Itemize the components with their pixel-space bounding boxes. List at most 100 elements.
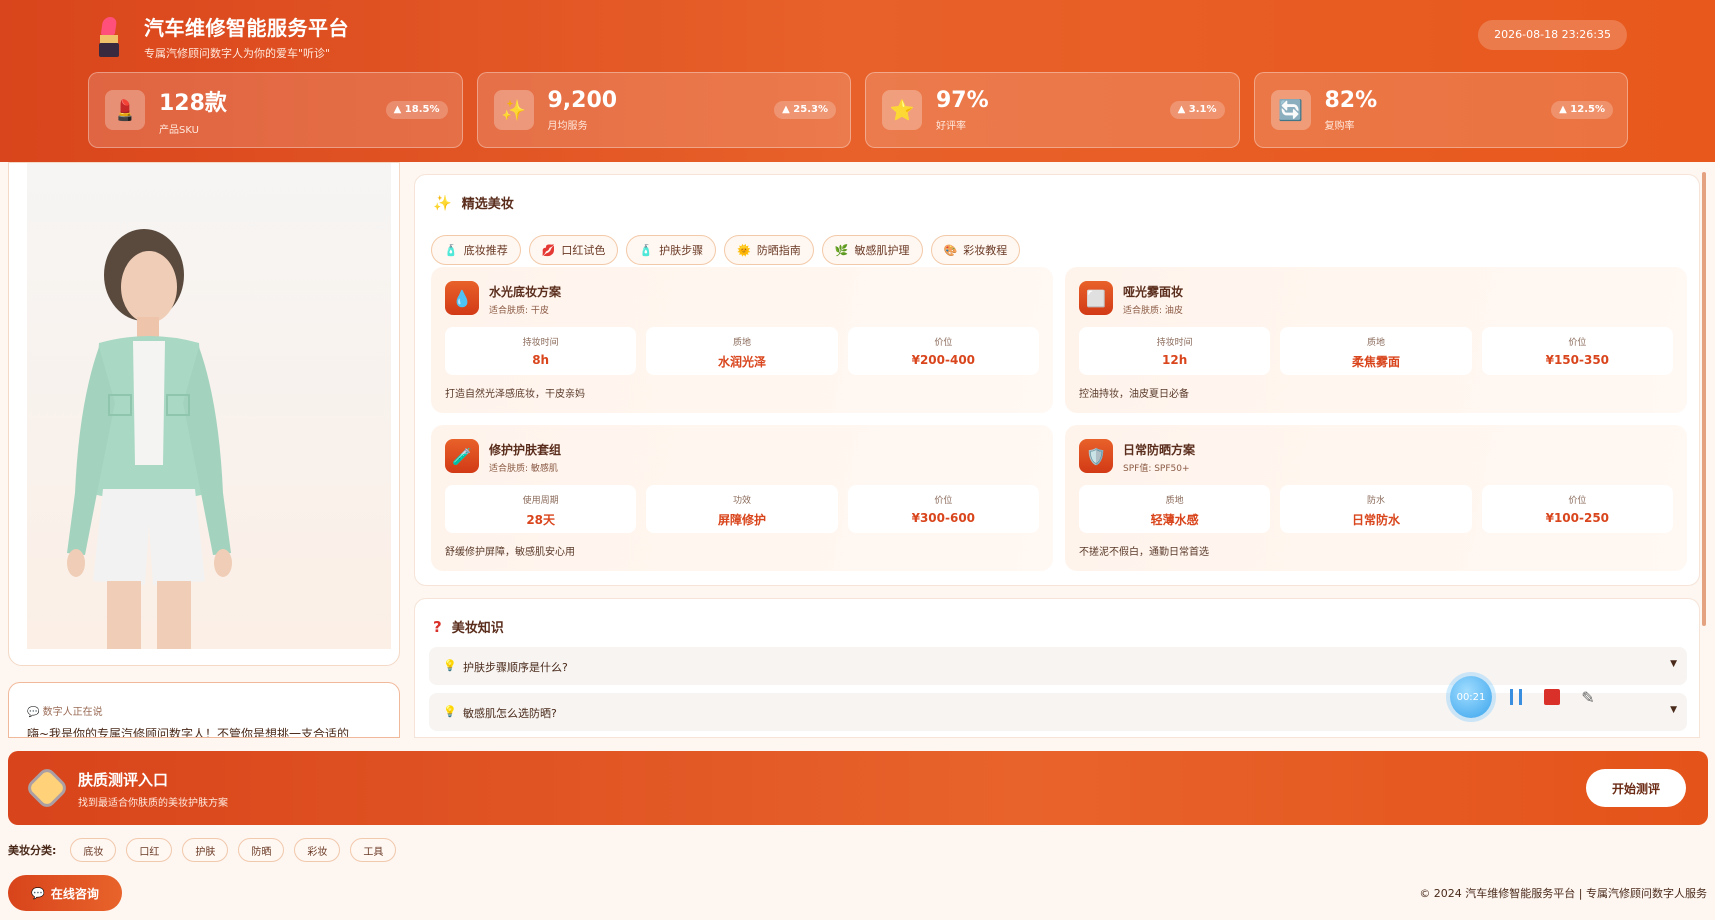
- category-tag[interactable]: 彩妆: [294, 838, 341, 862]
- pause-icon: [1510, 689, 1522, 705]
- product-metrics: 持妆时间 8h 质地 水润光泽 价位 ¥200-400: [445, 327, 1039, 375]
- stat-card-sku: 💄 128款 产品SKU ▲ 18.5%: [88, 72, 463, 148]
- annotate-button[interactable]: ✎: [1576, 685, 1600, 709]
- recording-timer: 00:21: [1450, 676, 1492, 718]
- stat-value: 97%: [936, 88, 989, 113]
- stop-button[interactable]: [1540, 685, 1564, 709]
- metric-label: 质地: [732, 338, 751, 348]
- product-card[interactable]: 🛡️ 日常防晒方案 SPF值: SPF50+ 质地 轻薄水感 防水 日常防水 价位 ¥…: [1065, 425, 1687, 571]
- metric: 质地 水润光泽: [646, 327, 838, 375]
- chip-makeup-tutorial[interactable]: 🎨 彩妆教程: [930, 235, 1021, 265]
- stat-card-repurchase: 🔄 82% 复购率 ▲ 12.5%: [1253, 72, 1628, 148]
- product-metrics: 质地 轻薄水感 防水 日常防水 价位 ¥100-250: [1079, 485, 1673, 533]
- section-title-text: 精选美妆: [461, 197, 514, 212]
- product-card[interactable]: 💧 水光底妆方案 适合肤质: 干皮 持妆时间 8h 质地 水润光泽 价位 ¥200-4…: [431, 267, 1053, 413]
- product-description: 控油持妆，油皮夏日必备: [1079, 389, 1189, 400]
- banner-title: 肤质测评入口: [78, 771, 169, 789]
- stats-row: 💄 128款 产品SKU ▲ 18.5% ✨ 9,200 月均服务 ▲ 25.3…: [88, 72, 1628, 148]
- metric-value: 水润光泽: [717, 355, 766, 369]
- online-consult-button[interactable]: 💬 在线咨询: [8, 875, 122, 911]
- category-tag[interactable]: 底妆: [70, 838, 117, 862]
- chip-lipstick[interactable]: 💋 口红试色: [528, 235, 619, 265]
- chevron-down-icon[interactable]: ▼: [1670, 705, 1677, 715]
- chip-sunscreen[interactable]: 🌞 防晒指南: [724, 235, 814, 265]
- lipstick-icon: 💄: [105, 90, 145, 130]
- product-name: 哑光雾面妆: [1123, 285, 1184, 299]
- faq-question: 护肤步骤顺序是什么?: [463, 661, 568, 674]
- product-card[interactable]: ⬜ 哑光雾面妆 适合肤质: 油皮 持妆时间 12h 质地 柔焦雾面 价位 ¥150-3…: [1065, 267, 1687, 413]
- product-skin-type: 适合肤质: 敏感肌: [489, 464, 558, 474]
- chip-sensitive[interactable]: 🌿 敏感肌护理: [821, 235, 923, 265]
- app-subtitle: 专属汽修顾问数字人为你的爱车"听诊": [144, 47, 331, 60]
- chip-label: 口红试色: [561, 244, 606, 257]
- category-tag[interactable]: 防晒: [238, 838, 285, 862]
- footer-copyright: © 2024 汽车维修智能服务平台 | 专属汽修顾问数字人服务: [1419, 887, 1707, 900]
- lightbulb-icon: 💡: [443, 659, 457, 672]
- chip-skincare[interactable]: 🧴 护肤步骤: [626, 235, 717, 265]
- metric-value: 柔焦雾面: [1351, 355, 1400, 369]
- metric: 使用周期 28天: [445, 485, 637, 533]
- digital-human-stage: [27, 163, 391, 649]
- featured-chip-list: 🧴 底妆推荐 💋 口红试色 🧴 护肤步骤 🌞 防晒指南 🌿 敏感肌护理 🎨 彩妆教程: [431, 235, 1021, 265]
- sparkles-icon: ✨: [433, 193, 452, 212]
- category-tag[interactable]: 护肤: [182, 838, 229, 862]
- chevron-down-icon[interactable]: ▼: [1670, 659, 1677, 669]
- metric-label: 防水: [1366, 496, 1385, 506]
- square-icon: ⬜: [1079, 281, 1113, 315]
- sparkles-icon: ✨: [493, 90, 534, 130]
- stat-card-service: ✨ 9,200 月均服务 ▲ 25.3%: [476, 72, 851, 148]
- metric-label: 功效: [732, 496, 751, 506]
- metric-label: 质地: [1165, 496, 1184, 506]
- consult-label: 在线咨询: [50, 886, 99, 901]
- metric: 价位 ¥150-350: [1481, 327, 1673, 375]
- metric-value: ¥150-350: [1545, 353, 1610, 367]
- pause-button[interactable]: [1504, 685, 1528, 709]
- chip-label: 护肤步骤: [659, 244, 704, 257]
- metric-label: 持妆时间: [1156, 338, 1193, 348]
- start-test-button[interactable]: 开始测评: [1586, 769, 1686, 807]
- metric-value: ¥100-250: [1545, 511, 1610, 525]
- section-title-text: 美妆知识: [451, 621, 504, 636]
- test-tube-icon: 🧪: [445, 439, 479, 473]
- chip-label: 防晒指南: [756, 244, 801, 257]
- stat-label: 月均服务: [547, 121, 588, 132]
- metric: 价位 ¥200-400: [847, 327, 1039, 375]
- category-label: 美妆分类:: [8, 844, 57, 857]
- stat-trend-badge: ▲ 12.5%: [1551, 101, 1613, 119]
- metric-value: 28天: [526, 513, 556, 527]
- stat-label: 好评率: [936, 121, 966, 132]
- chip-label: 底妆推荐: [463, 244, 508, 257]
- metric-value: 轻薄水感: [1150, 513, 1199, 527]
- banner-subtitle: 找到最适合你肤质的美妆护肤方案: [78, 798, 228, 809]
- pencil-icon: ✎: [1581, 687, 1595, 707]
- speaking-indicator: 💬 数字人正在说: [27, 707, 103, 718]
- brand: 汽车维修智能服务平台 专属汽修顾问数字人为你的爱车"听诊": [96, 12, 349, 61]
- stop-icon: [1544, 689, 1560, 705]
- product-name: 日常防晒方案: [1123, 443, 1196, 457]
- digital-human-panel: [8, 162, 400, 666]
- recording-toolbar: 00:21 ✎: [1450, 676, 1600, 718]
- stat-value: 9,200: [547, 88, 618, 113]
- featured-title: ✨ 精选美妆: [433, 193, 514, 213]
- stat-trend-badge: ▲ 18.5%: [385, 101, 448, 119]
- leaf-icon: 🌿: [834, 243, 849, 257]
- category-tag[interactable]: 工具: [350, 838, 397, 862]
- metric-value: 屏障修护: [717, 513, 766, 527]
- speech-text: 嗨~我是你的专属汽修顾问数字人！不管你是想挑一支合适的: [27, 727, 350, 738]
- stat-value: 82%: [1324, 88, 1378, 113]
- metric-value: ¥200-400: [911, 353, 976, 367]
- metric-label: 价位: [1568, 496, 1587, 506]
- product-card[interactable]: 🧪 修护护肤套组 适合肤质: 敏感肌 使用周期 28天 功效 屏障修护 价位 ¥300…: [431, 425, 1053, 571]
- palette-icon: 🎨: [943, 243, 958, 257]
- category-tag[interactable]: 口红: [126, 838, 173, 862]
- product-metrics: 使用周期 28天 功效 屏障修护 价位 ¥300-600: [445, 485, 1039, 533]
- stat-card-rating: ⭐ 97% 好评率 ▲ 3.1%: [865, 72, 1240, 148]
- main-scrollbar[interactable]: [1702, 172, 1706, 626]
- datetime-badge: 2026-08-18 23:26:35: [1478, 20, 1627, 50]
- metric: 质地 柔焦雾面: [1280, 327, 1472, 375]
- chip-foundation[interactable]: 🧴 底妆推荐: [431, 235, 521, 265]
- stat-trend-badge: ▲ 3.1%: [1169, 101, 1225, 119]
- metric-label: 持妆时间: [522, 338, 559, 348]
- product-spf: SPF值: SPF50+: [1123, 464, 1190, 474]
- diamond-icon: [28, 769, 66, 807]
